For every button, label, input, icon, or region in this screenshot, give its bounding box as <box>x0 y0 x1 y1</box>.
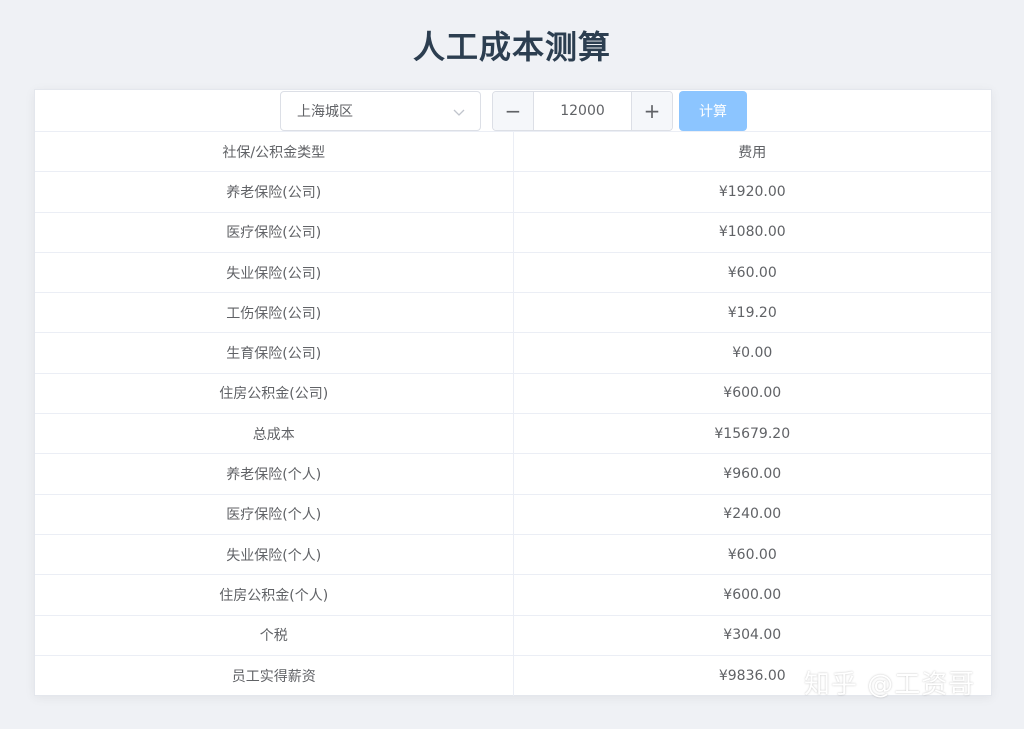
cost-table: 社保/公积金类型 费用 养老保险(公司) ¥1920.00 医疗保险(公司) ¥… <box>35 130 991 696</box>
watermark: 知乎 @工资哥 <box>804 670 976 700</box>
page-title: 人工成本测算 <box>412 28 611 66</box>
type-cell: 个税 <box>35 614 514 656</box>
cost-cell: ¥304.00 <box>513 614 991 656</box>
amount-stepper: − 12000 + <box>492 91 673 131</box>
type-cell: 员工实得薪资 <box>35 654 514 696</box>
table-row: 住房公积金(公司) ¥600.00 <box>35 372 991 414</box>
calculator-card: 上海城区 − 12000 + 计算 社保/公积金类型 费用 养老保险(公司) ¥… <box>34 89 992 696</box>
cost-cell: ¥60.00 <box>513 533 991 575</box>
table-header-row: 社保/公积金类型 费用 <box>35 130 991 172</box>
table-row: 养老保险(公司) ¥1920.00 <box>35 171 991 213</box>
cost-cell: ¥15679.20 <box>513 413 991 454</box>
table-row: 医疗保险(公司) ¥1080.00 <box>35 211 991 253</box>
amount-input[interactable]: 12000 <box>534 92 631 130</box>
cost-cell: ¥60.00 <box>513 251 991 293</box>
table-row: 住房公积金(个人) ¥600.00 <box>35 574 991 616</box>
type-cell: 生育保险(公司) <box>35 332 514 374</box>
increase-button[interactable]: + <box>631 92 672 130</box>
cost-cell: ¥1920.00 <box>513 171 991 213</box>
cost-cell: ¥1080.00 <box>513 211 991 253</box>
cost-cell: ¥19.20 <box>513 292 991 333</box>
type-cell: 失业保险(个人) <box>35 533 514 575</box>
cost-cell: ¥600.00 <box>513 574 991 616</box>
calculate-button[interactable]: 计算 <box>679 91 747 131</box>
type-cell: 医疗保险(个人) <box>35 493 514 535</box>
column-header-type: 社保/公积金类型 <box>35 130 514 172</box>
type-cell: 总成本 <box>35 413 514 454</box>
table-row: 个税 ¥304.00 <box>35 614 991 656</box>
table-row: 养老保险(个人) ¥960.00 <box>35 453 991 495</box>
cost-cell: ¥240.00 <box>513 493 991 535</box>
table-row: 总成本 ¥15679.20 <box>35 413 991 454</box>
type-cell: 失业保险(公司) <box>35 251 514 293</box>
type-cell: 养老保险(个人) <box>35 453 514 495</box>
column-header-cost: 费用 <box>513 130 991 172</box>
table-row: 失业保险(公司) ¥60.00 <box>35 251 991 293</box>
cost-cell: ¥600.00 <box>513 372 991 414</box>
cost-cell: ¥960.00 <box>513 453 991 495</box>
table-row: 失业保险(个人) ¥60.00 <box>35 533 991 575</box>
decrease-button[interactable]: − <box>493 92 534 130</box>
type-cell: 住房公积金(个人) <box>35 574 514 616</box>
type-cell: 养老保险(公司) <box>35 171 514 213</box>
region-select-value: 上海城区 <box>297 104 353 120</box>
region-select[interactable]: 上海城区 <box>280 91 481 131</box>
table-row: 生育保险(公司) ¥0.00 <box>35 332 991 374</box>
cost-cell: ¥0.00 <box>513 332 991 374</box>
toolbar: 上海城区 − 12000 + 计算 <box>35 90 991 132</box>
table-row: 工伤保险(公司) ¥19.20 <box>35 292 991 333</box>
table-row: 医疗保险(个人) ¥240.00 <box>35 493 991 535</box>
type-cell: 医疗保险(公司) <box>35 211 514 253</box>
chevron-down-icon <box>453 109 465 116</box>
type-cell: 工伤保险(公司) <box>35 292 514 333</box>
type-cell: 住房公积金(公司) <box>35 372 514 414</box>
